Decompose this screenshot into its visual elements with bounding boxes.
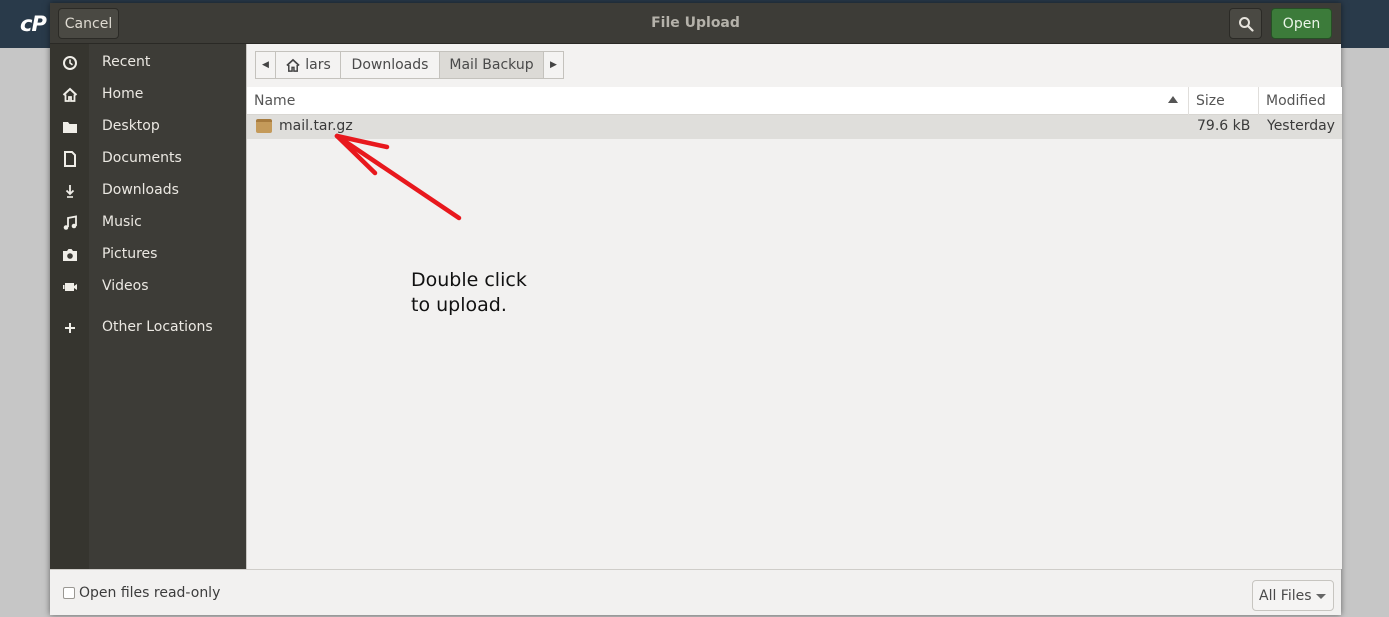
breadcrumb-mail-backup[interactable]: Mail Backup	[439, 51, 544, 79]
open-button[interactable]: Open	[1271, 8, 1332, 39]
annotation-line: to upload.	[411, 294, 507, 316]
sidebar-item-label: Other Locations	[102, 319, 213, 335]
sidebar-item-label: Pictures	[102, 246, 158, 262]
cancel-button[interactable]: Cancel	[58, 8, 119, 39]
breadcrumb-label: lars	[305, 57, 331, 73]
breadcrumb-downloads[interactable]: Downloads	[340, 51, 440, 79]
home-icon	[286, 58, 300, 72]
sidebar-item-desktop[interactable]: Desktop	[50, 112, 246, 142]
file-filter-select[interactable]: All Files	[1252, 580, 1334, 611]
sidebar-item-pictures[interactable]: Pictures	[50, 240, 246, 270]
column-label: Modified	[1266, 93, 1326, 109]
column-label: Size	[1196, 93, 1225, 109]
column-header-size[interactable]: Size	[1189, 87, 1259, 115]
breadcrumb-label: Mail Backup	[449, 57, 534, 73]
document-icon	[60, 149, 80, 169]
cpanel-logo: cP	[20, 12, 47, 36]
sidebar-item-label: Downloads	[102, 182, 179, 198]
camera-icon	[60, 245, 80, 265]
sidebar-item-documents[interactable]: Documents	[50, 144, 246, 174]
sidebar-item-label: Videos	[102, 278, 149, 294]
sort-ascending-icon	[1168, 96, 1178, 103]
places-sidebar: Recent Home Desktop Documents Downloads	[50, 44, 246, 569]
dialog-title: File Upload	[651, 15, 740, 31]
video-icon	[60, 277, 80, 297]
file-name: mail.tar.gz	[279, 118, 353, 134]
annotation-text: Double click to upload.	[411, 268, 571, 318]
annotation-line: Double click	[411, 269, 527, 291]
archive-icon	[256, 119, 272, 133]
sidebar-item-label: Documents	[102, 150, 182, 166]
home-icon	[60, 85, 80, 105]
file-list: Name Size Modified mail.tar.gz 79.6 kB Y…	[247, 87, 1342, 569]
column-header: Name Size Modified	[247, 87, 1342, 115]
dialog-headerbar: Cancel File Upload Open	[50, 3, 1341, 44]
sidebar-item-label: Home	[102, 86, 144, 102]
download-icon	[60, 181, 80, 201]
read-only-checkbox[interactable]	[63, 587, 75, 599]
file-upload-dialog: Cancel File Upload Open Recent Home Desk…	[50, 3, 1342, 615]
sidebar-item-videos[interactable]: Videos	[50, 272, 246, 302]
path-scroll-right-button[interactable]: ▶	[543, 51, 564, 79]
breadcrumb-home[interactable]: lars	[275, 51, 341, 79]
sidebar-item-home[interactable]: Home	[50, 80, 246, 110]
file-filter-value: All Files	[1259, 587, 1312, 604]
folder-icon	[60, 117, 80, 137]
file-modified: Yesterday	[1267, 118, 1335, 134]
plus-icon	[60, 318, 80, 338]
chevron-down-icon	[1316, 594, 1326, 599]
dialog-footer: Open files read-only All Files	[50, 569, 1341, 615]
path-scroll-left-button[interactable]: ◀	[255, 51, 276, 79]
sidebar-item-other-locations[interactable]: Other Locations	[50, 313, 246, 343]
sidebar-item-recent[interactable]: Recent	[50, 48, 246, 78]
sidebar-item-label: Recent	[102, 54, 151, 70]
search-icon	[1238, 16, 1254, 32]
file-browser: ◀ lars Downloads Mail Backup ▶ Name Size	[246, 44, 1342, 569]
breadcrumb: ◀ lars Downloads Mail Backup ▶	[255, 51, 564, 79]
file-row[interactable]: mail.tar.gz 79.6 kB Yesterday	[247, 115, 1342, 139]
music-icon	[60, 213, 80, 233]
read-only-label[interactable]: Open files read-only	[79, 585, 220, 601]
column-header-name[interactable]: Name	[247, 87, 1189, 115]
annotation-arrow	[334, 133, 462, 221]
clock-icon	[60, 53, 80, 73]
column-label: Name	[254, 93, 296, 109]
file-size: 79.6 kB	[1197, 118, 1251, 134]
breadcrumb-label: Downloads	[351, 57, 429, 73]
search-button[interactable]	[1229, 8, 1262, 39]
sidebar-item-label: Desktop	[102, 118, 160, 134]
column-header-modified[interactable]: Modified	[1259, 87, 1342, 115]
sidebar-item-music[interactable]: Music	[50, 208, 246, 238]
sidebar-item-label: Music	[102, 214, 142, 230]
sidebar-item-downloads[interactable]: Downloads	[50, 176, 246, 206]
